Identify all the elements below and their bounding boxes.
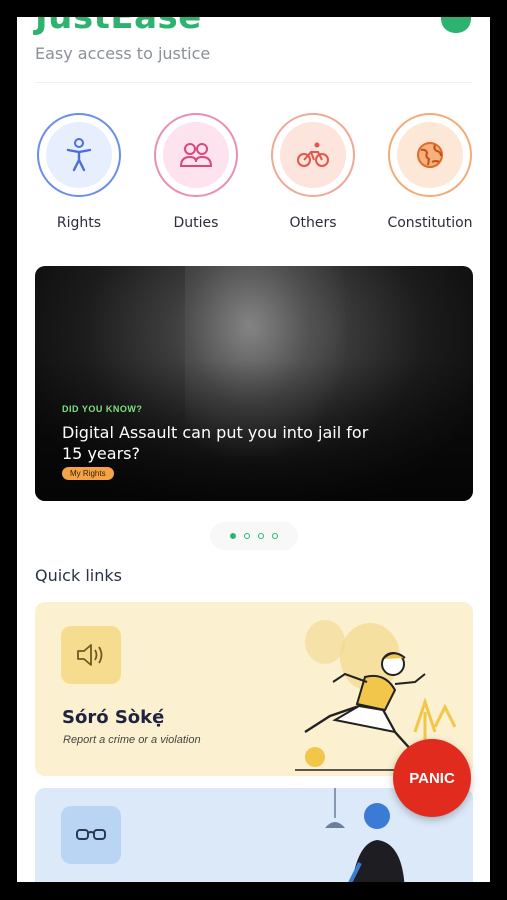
app-tagline: Easy access to justice (35, 44, 211, 63)
category-others[interactable]: Others (258, 113, 368, 231)
carousel-dot[interactable] (230, 533, 236, 539)
people-icon (179, 143, 213, 167)
speaker-icon (77, 644, 103, 666)
category-label: Others (289, 215, 337, 231)
quick-link-title: Sóró Sòkẹ́ (62, 707, 165, 728)
bicycle-icon (297, 142, 329, 167)
glasses-icon (76, 829, 106, 840)
category-ring (37, 113, 121, 197)
carousel-indicator (210, 522, 298, 550)
category-ring (154, 113, 238, 197)
category-label: Duties (173, 215, 219, 231)
carousel-dot[interactable] (244, 533, 250, 539)
banner-tag[interactable]: My Rights (62, 467, 114, 480)
banner-kicker: DID YOU KNOW? (62, 404, 143, 414)
category-ring (271, 113, 355, 197)
banner-headline: Digital Assault can put you into jail fo… (62, 423, 369, 463)
quick-links-title: Quick links (35, 566, 122, 585)
category-ring (388, 113, 472, 197)
globe-icon (417, 142, 443, 168)
glasses-icon-box (61, 806, 121, 864)
category-duties[interactable]: Duties (141, 113, 251, 231)
quick-link-subtitle: Report a crime or a violation (63, 734, 201, 746)
speaker-icon-box (61, 626, 121, 684)
panic-button[interactable]: PANIC (393, 739, 471, 817)
category-label: Rights (56, 215, 102, 231)
app-logo: JustEase (35, 17, 202, 37)
category-label: Constitution (387, 215, 473, 231)
app-screen: JustEase Easy access to justice Rights D… (17, 17, 490, 882)
featured-banner[interactable]: DID YOU KNOW? Digital Assault can put yo… (35, 266, 473, 501)
category-constitution[interactable]: Constitution (375, 113, 485, 231)
person-icon (66, 138, 92, 172)
profile-icon[interactable] (441, 17, 471, 33)
header-divider (35, 82, 472, 83)
carousel-dot[interactable] (272, 533, 278, 539)
category-rights[interactable]: Rights (24, 113, 134, 231)
carousel-dot[interactable] (258, 533, 264, 539)
